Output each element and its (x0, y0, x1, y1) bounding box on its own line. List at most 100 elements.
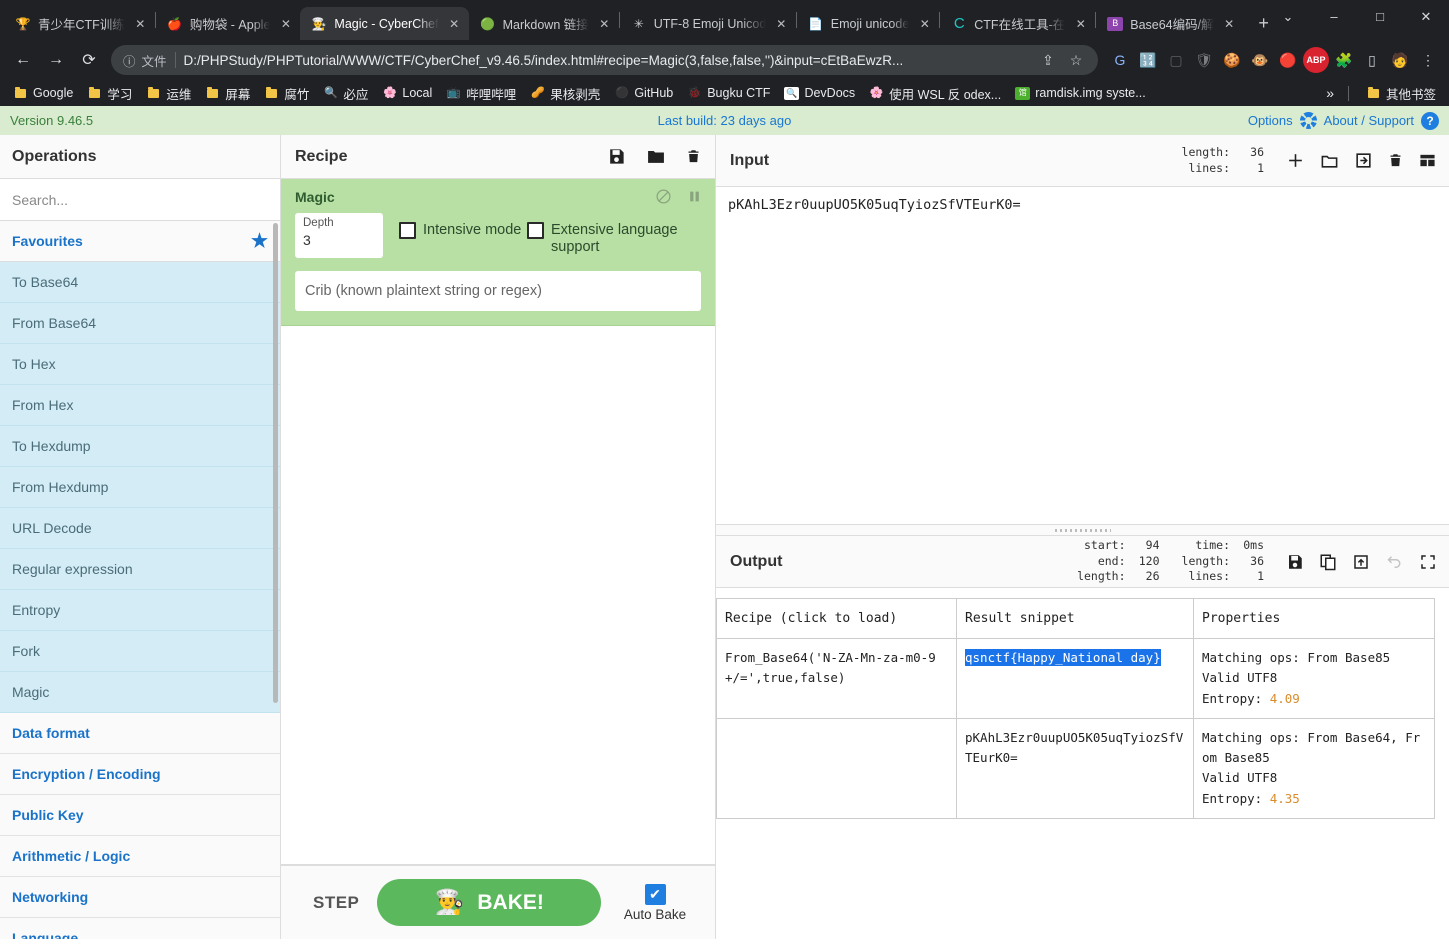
input-textarea[interactable]: pKAhL3Ezr0uupUO5K05uqTyiozSfVTEurK0= (716, 187, 1449, 524)
table-row[interactable]: From_Base64('N-ZA-Mn-za-m0-9+/=',true,fa… (716, 638, 1435, 719)
operation-to-hexdump[interactable]: To Hexdump (0, 426, 280, 467)
bookmark-item[interactable]: 🔍 必应 (316, 82, 375, 105)
monkey-icon[interactable]: 🐵 (1247, 47, 1273, 73)
browser-tab[interactable]: C CTF在线工具-在 ✕ (940, 7, 1095, 40)
site-info[interactable]: ⓘ 文件 (123, 51, 167, 70)
drop-icon[interactable]: 🔴 (1275, 47, 1301, 73)
reload-icon[interactable]: ⟳ (74, 45, 104, 75)
about-support-link[interactable]: About / Support (1324, 113, 1414, 128)
close-icon[interactable]: ✕ (132, 15, 149, 32)
bookmark-item[interactable]: 🌸 使用 WSL 反 odex... (862, 82, 1008, 105)
save-icon[interactable] (607, 147, 626, 166)
help-icon[interactable]: ? (1421, 111, 1439, 130)
tab-search-icon[interactable]: ⌄ (1265, 0, 1311, 33)
operation-magic[interactable]: Magic (0, 672, 280, 713)
bookmark-item[interactable]: Google (6, 84, 80, 103)
trash-icon[interactable] (686, 147, 701, 166)
folder-icon[interactable] (646, 147, 666, 166)
star-icon[interactable]: ☆ (1066, 52, 1086, 69)
maximise-icon[interactable] (1419, 553, 1437, 571)
add-icon[interactable] (1286, 151, 1305, 170)
maximize-icon[interactable]: □ (1357, 0, 1403, 33)
intensive-mode-checkbox[interactable]: Intensive mode (399, 213, 527, 239)
replace-input-icon[interactable] (1352, 553, 1370, 571)
bake-button[interactable]: 👨‍🍳 BAKE! (377, 879, 601, 926)
browser-tab[interactable]: ✳ UTF-8 Emoji Unicode ✕ (620, 7, 796, 40)
bookmark-item[interactable]: 🐞 Bugku CTF (680, 84, 777, 103)
search-input[interactable] (0, 191, 280, 208)
category-networking[interactable]: Networking (0, 877, 280, 918)
operation-to-base64[interactable]: To Base64 (0, 262, 280, 303)
recipe-operation-magic[interactable]: Magic Depth 3 Intensive mode Extensive l… (281, 179, 715, 326)
row-result-snippet[interactable]: pKAhL3Ezr0uupUO5K05uqTyiozSfVTEurK0= (956, 717, 1194, 819)
close-icon[interactable]: ✕ (1072, 15, 1089, 32)
bookmark-item[interactable]: ⚫ GitHub (607, 84, 680, 103)
category-language[interactable]: Language (0, 918, 280, 939)
extensive-language-checkbox[interactable]: Extensive language support (527, 213, 682, 256)
close-icon[interactable]: ✕ (1221, 15, 1238, 32)
close-icon[interactable]: ✕ (773, 15, 790, 32)
sidebar-icon[interactable]: ▯ (1359, 47, 1385, 73)
browser-tab-active[interactable]: 👨‍🍳 Magic - CyberChef ✕ (300, 7, 469, 40)
gear-icon[interactable] (1299, 112, 1317, 129)
shield-icon[interactable]: 🛡 (1191, 47, 1217, 73)
close-icon[interactable]: ✕ (446, 15, 463, 32)
bookmark-item[interactable]: 📺 哔哩哔哩 (439, 82, 523, 105)
grey-extension-icon[interactable]: ▢ (1163, 47, 1189, 73)
cookie-icon[interactable]: 🍪 (1219, 47, 1245, 73)
bookmark-item[interactable]: 🥜 果核剥壳 (523, 82, 607, 105)
operation-from-hex[interactable]: From Hex (0, 385, 280, 426)
abp-icon[interactable]: ABP (1303, 47, 1329, 73)
share-icon[interactable]: ⇪ (1038, 52, 1058, 69)
operation-to-hex[interactable]: To Hex (0, 344, 280, 385)
browser-tab[interactable]: B Base64编码/解 ✕ (1096, 7, 1243, 40)
bookmark-item[interactable]: 屏幕 (198, 82, 257, 105)
forward-icon[interactable]: → (41, 45, 71, 75)
close-window-icon[interactable]: ✕ (1403, 0, 1449, 33)
step-button[interactable]: STEP (295, 893, 377, 913)
operation-from-base64[interactable]: From Base64 (0, 303, 280, 344)
bookmark-item[interactable]: 🔍 DevDocs (777, 84, 862, 102)
folder-open-icon[interactable] (1320, 151, 1339, 170)
operation-entropy[interactable]: Entropy (0, 590, 280, 631)
copy-icon[interactable] (1319, 553, 1337, 571)
favourites-header[interactable]: Favourites ★ (0, 221, 280, 262)
auto-bake-toggle[interactable]: ✔ Auto Bake (609, 883, 701, 922)
browser-tab[interactable]: 🏆 青少年CTF训练 ✕ (4, 7, 155, 40)
category-encryption-encoding[interactable]: Encryption / Encoding (0, 754, 280, 795)
category-arithmetic-logic[interactable]: Arithmetic / Logic (0, 836, 280, 877)
import-icon[interactable] (1354, 151, 1373, 170)
menu-icon[interactable]: ⋮ (1415, 47, 1441, 73)
browser-tab[interactable]: 📄 Emoji unicode ✕ (797, 7, 940, 40)
disable-icon[interactable] (655, 188, 672, 205)
bookmark-item[interactable]: 腐竹 (257, 82, 316, 105)
close-icon[interactable]: ✕ (916, 15, 933, 32)
options-link[interactable]: Options (1248, 113, 1293, 128)
table-row[interactable]: pKAhL3Ezr0uupUO5K05uqTyiozSfVTEurK0= Mat… (716, 717, 1435, 819)
puzzle-icon[interactable]: 🧩 (1331, 47, 1357, 73)
overflow-chevron-icon[interactable]: » (1322, 85, 1338, 101)
address-bar[interactable]: ⓘ 文件 D:/PHPStudy/PHPTutorial/WWW/CTF/Cyb… (111, 45, 1098, 75)
depth-field[interactable]: Depth 3 (295, 213, 383, 258)
row-recipe-link[interactable] (716, 717, 957, 819)
browser-tab[interactable]: 🍎 购物袋 - Apple ✕ (156, 7, 301, 40)
bookmark-item[interactable]: 学习 (80, 82, 139, 105)
avatar-icon[interactable]: 🧑 (1387, 47, 1413, 73)
other-bookmarks-item[interactable]: 其他书签 (1359, 82, 1443, 105)
category-data-format[interactable]: Data format (0, 713, 280, 754)
save-icon[interactable] (1286, 553, 1304, 571)
close-icon[interactable]: ✕ (277, 15, 294, 32)
tabs-icon[interactable] (1418, 152, 1437, 169)
browser-tab[interactable]: 🟢 Markdown 链接 ✕ (469, 7, 619, 40)
operations-scrollbar[interactable] (273, 223, 278, 703)
back-icon[interactable]: ← (8, 45, 38, 75)
operation-url-decode[interactable]: URL Decode (0, 508, 280, 549)
trash-icon[interactable] (1388, 151, 1403, 170)
crib-input[interactable]: Crib (known plaintext string or regex) (295, 271, 701, 311)
minimize-icon[interactable]: – (1311, 0, 1357, 33)
category-public-key[interactable]: Public Key (0, 795, 280, 836)
bookmark-item[interactable]: 运维 (139, 82, 198, 105)
operation-regular-expression[interactable]: Regular expression (0, 549, 280, 590)
io-splitter[interactable] (716, 525, 1449, 536)
row-result-snippet[interactable]: qsnctf{Happy_National day} (956, 638, 1194, 719)
